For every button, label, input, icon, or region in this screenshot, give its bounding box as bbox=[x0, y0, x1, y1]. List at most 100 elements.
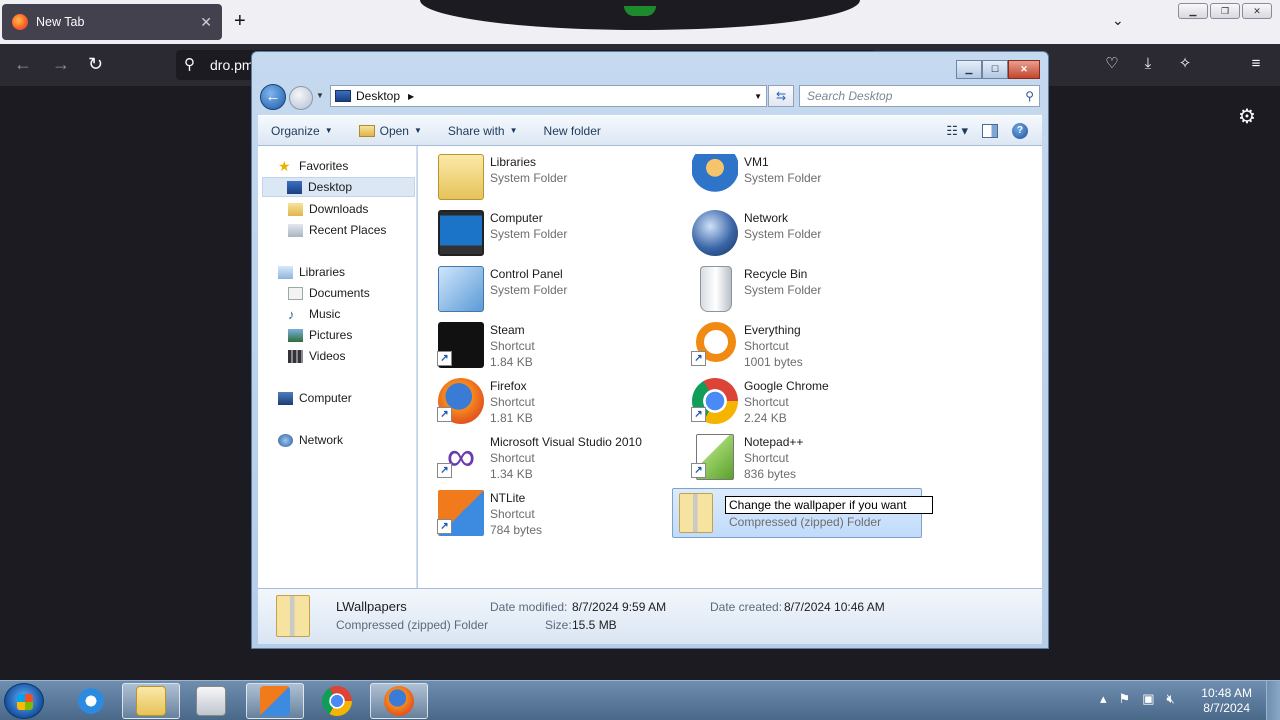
extensions-icon[interactable]: ✧ bbox=[1176, 55, 1194, 73]
refresh-button[interactable]: ⇆ bbox=[768, 85, 794, 107]
hamburger-menu-icon[interactable]: ≡ bbox=[1247, 55, 1265, 73]
item-size: 1.81 KB bbox=[490, 411, 533, 425]
downloads-icon[interactable]: ⤓ bbox=[1139, 55, 1157, 73]
list-item[interactable]: Network System Folder bbox=[672, 208, 922, 258]
open-label: Open bbox=[379, 123, 409, 138]
nav-downloads[interactable]: Downloads bbox=[288, 199, 368, 219]
network-icon bbox=[278, 433, 293, 447]
taskbar-ntlite[interactable] bbox=[246, 683, 304, 719]
nav-videos[interactable]: Videos bbox=[288, 346, 345, 366]
item-type: System Folder bbox=[744, 171, 822, 185]
list-item[interactable]: ↗ Google Chrome Shortcut 2.24 KB bbox=[672, 376, 922, 426]
list-item[interactable]: ↗ Steam Shortcut 1.84 KB bbox=[418, 320, 668, 370]
taskbar-chrome[interactable] bbox=[308, 683, 366, 719]
restore-icon[interactable]: ❐ bbox=[1210, 3, 1240, 19]
back-arrow-icon[interactable]: ← bbox=[14, 54, 32, 75]
list-item[interactable]: ↗ NTLite Shortcut 784 bytes bbox=[418, 488, 668, 538]
minimize-icon[interactable]: ▁ bbox=[956, 60, 982, 79]
windows-logo-icon bbox=[17, 694, 33, 710]
chevron-down-icon: ▼ bbox=[509, 126, 518, 135]
list-item[interactable]: Computer System Folder bbox=[418, 208, 668, 258]
list-item-selected[interactable]: Compressed (zipped) Folder bbox=[672, 488, 933, 538]
item-type: System Folder bbox=[744, 283, 822, 297]
nav-favorites[interactable]: ★ Favorites bbox=[278, 156, 348, 176]
list-item[interactable]: Recycle Bin System Folder bbox=[672, 264, 922, 314]
nav-network[interactable]: Network bbox=[278, 430, 343, 450]
pocket-icon[interactable]: ♡ bbox=[1103, 55, 1121, 73]
new-folder-button[interactable]: New folder bbox=[531, 124, 614, 138]
nav-documents[interactable]: Documents bbox=[288, 283, 370, 303]
explorer-window: ▁ ☐ ✕ ← ▼ Desktop ▶ ▼ ⇆ Search Desktop ⚲… bbox=[251, 51, 1049, 649]
close-icon[interactable]: ✕ bbox=[1008, 60, 1040, 79]
list-item[interactable]: VM1 System Folder bbox=[672, 152, 922, 202]
list-item[interactable]: ↗ Firefox Shortcut 1.81 KB bbox=[418, 376, 668, 426]
nav-libraries[interactable]: Libraries bbox=[278, 262, 345, 282]
nav-recent-places[interactable]: Recent Places bbox=[288, 220, 386, 240]
list-item[interactable]: ↗ Notepad++ Shortcut 836 bytes bbox=[672, 432, 922, 482]
search-input[interactable]: Search Desktop ⚲ bbox=[799, 85, 1040, 107]
breadcrumb-arrow-icon[interactable]: ▶ bbox=[408, 92, 414, 101]
item-name: Google Chrome bbox=[744, 379, 829, 393]
reload-icon[interactable]: ↻ bbox=[88, 54, 103, 75]
shortcut-arrow-icon: ↗ bbox=[691, 463, 706, 478]
taskbar-explorer[interactable] bbox=[122, 683, 180, 719]
rename-input[interactable] bbox=[725, 496, 933, 514]
nav-computer[interactable]: Computer bbox=[278, 388, 352, 408]
list-item[interactable]: Libraries System Folder bbox=[418, 152, 668, 202]
list-item[interactable]: ↗ Everything Shortcut 1001 bytes bbox=[672, 320, 922, 370]
recent-pages-icon[interactable]: ▼ bbox=[316, 91, 324, 100]
item-name: Control Panel bbox=[490, 267, 563, 281]
close-tab-icon[interactable]: ✕ bbox=[200, 14, 212, 31]
recent-places-icon bbox=[288, 223, 303, 237]
show-desktop-button[interactable] bbox=[1266, 681, 1280, 720]
nav-label: Music bbox=[309, 307, 341, 321]
clock[interactable]: 10:48 AM 8/7/2024 bbox=[1201, 686, 1252, 716]
share-with-button[interactable]: Share with ▼ bbox=[435, 124, 531, 138]
close-icon[interactable]: ✕ bbox=[1242, 3, 1272, 19]
new-tab-button[interactable]: + bbox=[234, 10, 246, 32]
chevron-down-icon: ▼ bbox=[413, 126, 422, 135]
nav-music[interactable]: ♪ Music bbox=[288, 304, 340, 324]
item-type: System Folder bbox=[490, 171, 568, 185]
list-all-tabs-icon[interactable]: ⌄ bbox=[1112, 12, 1124, 29]
taskbar-media-player[interactable] bbox=[182, 683, 240, 719]
address-dropdown-icon[interactable]: ▼ bbox=[754, 92, 762, 101]
show-hidden-icons-icon[interactable]: ▴ bbox=[1100, 691, 1107, 707]
nav-pictures[interactable]: Pictures bbox=[288, 325, 352, 345]
user-icon bbox=[692, 154, 738, 200]
change-view-icon[interactable]: ☷ ▾ bbox=[946, 123, 968, 139]
maximize-icon[interactable]: ☐ bbox=[982, 60, 1008, 79]
taskbar-firefox[interactable] bbox=[370, 683, 428, 719]
organize-button[interactable]: Organize ▼ bbox=[258, 124, 346, 138]
taskbar-internet-explorer[interactable] bbox=[62, 683, 120, 719]
volume-muted-icon[interactable]: 🔇︎ bbox=[1166, 691, 1174, 707]
nav-desktop[interactable]: Desktop bbox=[262, 177, 415, 197]
item-name: Firefox bbox=[490, 379, 527, 393]
help-icon[interactable]: ? bbox=[1012, 122, 1028, 139]
search-placeholder: Search Desktop bbox=[807, 89, 893, 103]
start-button[interactable] bbox=[4, 683, 44, 719]
list-item[interactable]: ∞ ↗ Microsoft Visual Studio 2010 Shortcu… bbox=[418, 432, 668, 482]
item-type: Shortcut bbox=[490, 451, 535, 465]
list-item[interactable]: Control Panel System Folder bbox=[418, 264, 668, 314]
address-text: Desktop bbox=[356, 89, 401, 103]
gear-icon[interactable]: ⚙ bbox=[1238, 104, 1256, 129]
item-size: 1.84 KB bbox=[490, 355, 533, 369]
forward-button[interactable] bbox=[289, 86, 313, 110]
command-bar: Organize ▼ Open ▼ Share with ▼ New folder ☷… bbox=[258, 115, 1042, 146]
network-tray-icon[interactable]: ▣ bbox=[1142, 691, 1154, 707]
navigation-pane: ★ Favorites Desktop Downloads Recent Plac… bbox=[258, 146, 417, 588]
nav-label: Documents bbox=[309, 286, 370, 300]
back-button[interactable]: ← bbox=[260, 84, 286, 110]
control-panel-icon bbox=[438, 266, 484, 312]
action-center-flag-icon[interactable]: ⚑ bbox=[1119, 691, 1131, 707]
browser-tab[interactable]: New Tab ✕ bbox=[2, 4, 222, 40]
preview-pane-icon[interactable] bbox=[982, 123, 998, 138]
clock-date: 8/7/2024 bbox=[1203, 701, 1250, 715]
date-created-label: Date created: bbox=[710, 600, 783, 614]
forward-arrow-icon[interactable]: → bbox=[52, 54, 70, 75]
ublock-icon[interactable] bbox=[1211, 55, 1229, 73]
open-button[interactable]: Open ▼ bbox=[346, 124, 435, 138]
minimize-icon[interactable]: ▁ bbox=[1178, 3, 1208, 19]
address-bar[interactable]: Desktop ▶ ▼ bbox=[330, 85, 767, 107]
